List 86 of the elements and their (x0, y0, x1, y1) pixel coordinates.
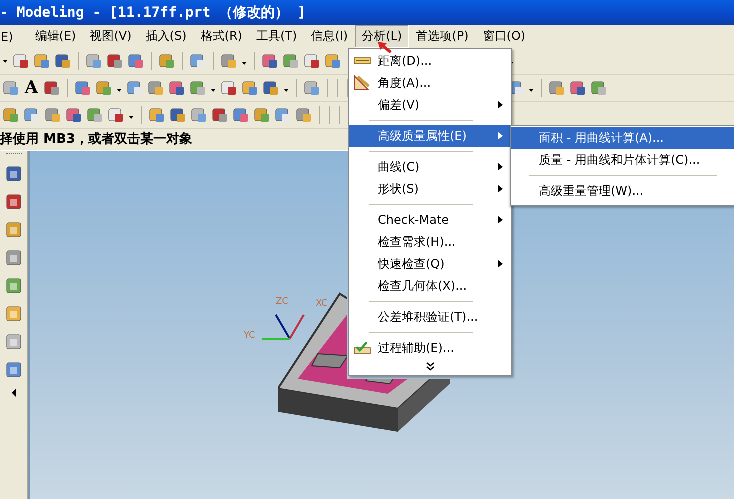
axis-label: ZC (276, 297, 288, 307)
tool-icon[interactable] (43, 79, 62, 97)
menu-item[interactable]: 检查几何体(X)... (349, 275, 511, 297)
tool-icon[interactable] (4, 276, 22, 296)
menu-bar-item[interactable]: 首选项(P) (409, 25, 476, 48)
menu-item[interactable]: 过程辅助(E)... (349, 337, 511, 359)
menu-item[interactable]: 距离(D)... (349, 50, 511, 72)
menu-bar-item[interactable]: 编辑(E) (28, 25, 84, 48)
menu-bar-item[interactable]: 插入(S) (138, 25, 194, 48)
tool-icon[interactable] (303, 79, 322, 97)
tool-icon[interactable] (261, 52, 279, 70)
menu-bar-item[interactable]: 工具(T) (249, 25, 304, 48)
tool-icon[interactable] (262, 79, 280, 97)
tool-icon[interactable] (2, 106, 20, 124)
tool-icon[interactable] (106, 52, 124, 70)
tool-icon[interactable] (4, 304, 22, 324)
tool-icon[interactable] (4, 248, 22, 268)
tool-icon[interactable] (4, 360, 22, 380)
menu-item[interactable]: 角度(A)... (349, 72, 511, 94)
tool-icon[interactable] (107, 106, 125, 124)
text-tool-button[interactable]: A (23, 79, 40, 97)
tool-icon[interactable] (44, 106, 62, 124)
tool-icon[interactable] (569, 79, 588, 97)
menu-item[interactable]: 形状(S) (349, 178, 511, 200)
tool-icon[interactable] (4, 332, 22, 352)
window-title: - Modeling - [11.17ff.prt （修改的） ] (0, 4, 306, 22)
tool-icon[interactable] (4, 192, 22, 212)
menu-item-icon (354, 342, 371, 354)
tool-icon[interactable] (282, 52, 300, 70)
tool-icon[interactable] (189, 79, 208, 97)
tool-icon[interactable] (189, 52, 207, 70)
menu-bar-item[interactable]: 分析(L) (355, 25, 410, 48)
tool-icon[interactable] (65, 106, 83, 124)
tool-icon[interactable] (324, 52, 342, 70)
tool-icon[interactable] (241, 79, 260, 97)
tool-icon[interactable] (211, 106, 229, 124)
tool-icon[interactable] (74, 79, 92, 97)
tool-icon[interactable] (2, 79, 20, 97)
menu-item[interactable]: 快速检查(Q) (349, 253, 511, 275)
tool-icon[interactable] (126, 79, 144, 97)
menu-bar-item[interactable]: 窗口(O) (476, 25, 533, 48)
tool-icon[interactable] (168, 79, 186, 97)
tool-icon[interactable] (127, 52, 145, 70)
tool-icon[interactable] (295, 106, 313, 124)
tool-icon[interactable] (95, 79, 114, 97)
axis-label: YC (244, 331, 256, 341)
expand-chevron-icon[interactable] (426, 362, 434, 372)
menu-item-icon (354, 76, 370, 90)
menu-item[interactable]: 面积 - 用曲线计算(A)... (511, 127, 734, 149)
menu-bar-item[interactable]: 格式(R) (194, 25, 250, 48)
menu-item[interactable]: 偏差(V) (349, 94, 511, 116)
menu-item[interactable]: 检查需求(H)... (349, 231, 511, 253)
tool-icon[interactable] (148, 106, 166, 124)
menu-item[interactable]: 高级重量管理(W)... (511, 180, 734, 202)
axis-label: XC (316, 299, 328, 309)
menu-bar-item[interactable]: E) (0, 26, 20, 46)
menu-item[interactable]: Check-Mate (349, 209, 511, 231)
tool-icon[interactable] (220, 52, 238, 70)
tool-icon[interactable] (169, 106, 187, 124)
tool-icon[interactable] (190, 106, 208, 124)
tool-icon[interactable] (220, 79, 238, 97)
menu-item[interactable]: 质量 - 用曲线和片体计算(C)... (511, 149, 734, 171)
tool-icon[interactable] (85, 52, 103, 70)
tool-icon[interactable] (590, 79, 608, 97)
tool-icon[interactable] (303, 52, 321, 70)
menu-bar-item[interactable]: 视图(V) (83, 25, 139, 48)
menu-item[interactable]: 曲线(C) (349, 156, 511, 178)
tool-icon[interactable] (12, 52, 30, 70)
scroll-left-icon[interactable] (10, 388, 18, 398)
tool-icon[interactable] (232, 106, 250, 124)
tool-icon[interactable] (54, 52, 72, 70)
menu-item-icon (354, 58, 371, 64)
tool-icon[interactable] (158, 52, 176, 70)
tool-icon[interactable] (4, 220, 22, 240)
tool-icon[interactable] (253, 106, 271, 124)
menu-item[interactable]: 公差堆积验证(T)... (349, 306, 511, 328)
menu-bar-item[interactable]: 信息(I) (304, 25, 356, 48)
tool-icon[interactable] (86, 106, 104, 124)
tool-icon[interactable] (274, 106, 292, 124)
tool-icon[interactable] (147, 79, 166, 97)
pointer-arrow (378, 42, 392, 53)
tool-icon[interactable] (4, 164, 22, 184)
tool-icon[interactable] (23, 106, 41, 124)
tool-icon[interactable] (33, 52, 51, 70)
tool-icon[interactable] (548, 79, 566, 97)
menu-item[interactable]: 高级质量属性(E) (349, 125, 511, 147)
